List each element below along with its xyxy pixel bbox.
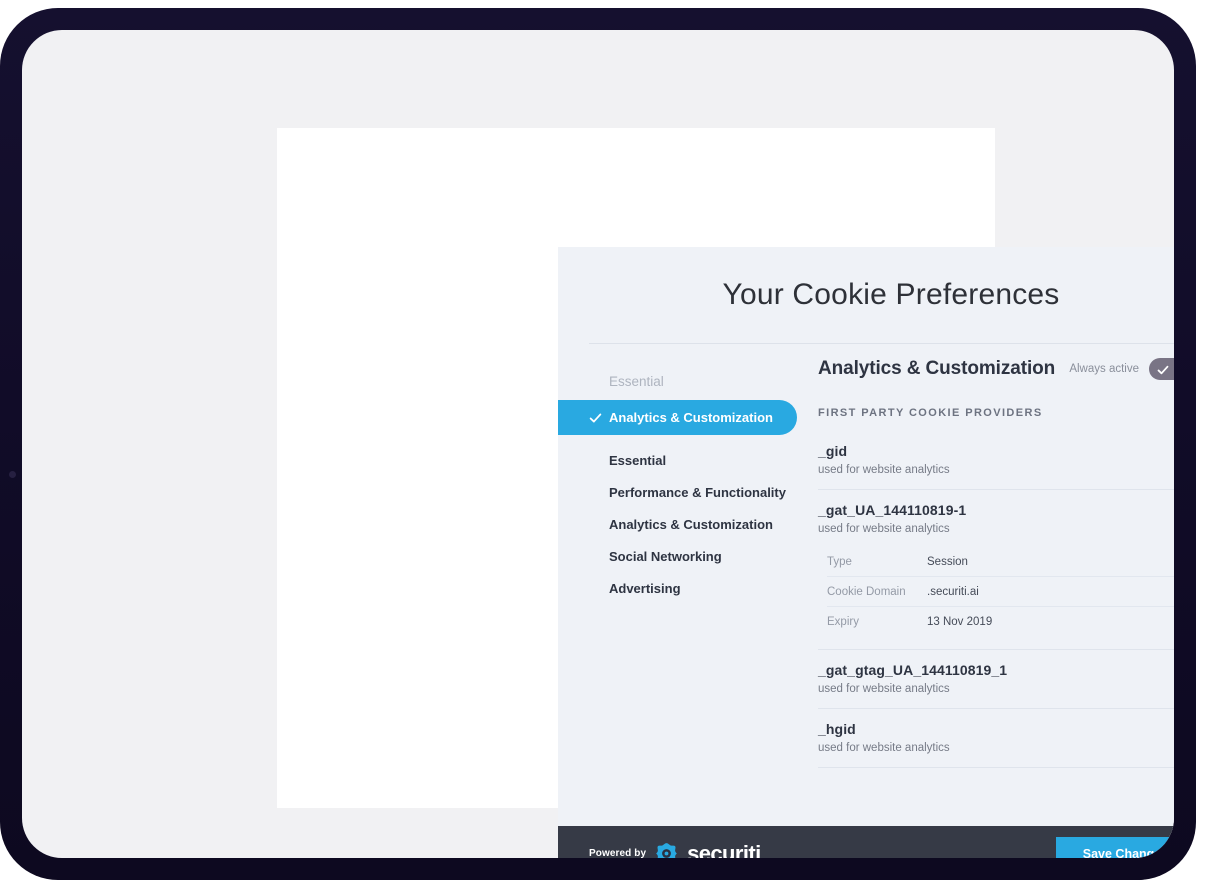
category-header: Analytics & Customization Always active — [818, 348, 1174, 390]
sidebar-item-analytics-customization-active[interactable]: Analytics & Customization — [558, 400, 797, 435]
category-sidebar: Essential Analytics & Customization Esse… — [558, 344, 797, 826]
powered-by-branding: Powered by securiti — [589, 840, 761, 859]
cookie-row-texts: _gat_UA_144110819-1 used for website ana… — [818, 502, 1174, 535]
sidebar-item-analytics-customization[interactable]: Analytics & Customization — [558, 508, 797, 540]
modal-footer: Powered by securiti Save Changes — [558, 826, 1174, 858]
cookie-row-texts: _gat_gtag_UA_144110819_1 used for websit… — [818, 662, 1174, 695]
cookie-row-texts: _hgid used for website analytics — [818, 721, 1174, 754]
detail-key: Cookie Domain — [827, 585, 906, 598]
cookie-name: _hgid — [818, 721, 856, 737]
cookie-name: _gid — [818, 443, 848, 459]
cookie-row-expanded[interactable]: _gat_UA_144110819-1 used for website ana… — [818, 490, 1174, 650]
cookie-description: used for website analytics — [818, 464, 950, 476]
sidebar-item-label: Essential — [609, 452, 667, 468]
powered-by-label: Powered by — [589, 848, 647, 858]
sidebar-item-label: Analytics & Customization — [609, 410, 773, 425]
sidebar-item-label: Social Networking — [609, 548, 722, 564]
cookie-description: used for website analytics — [818, 523, 950, 535]
cookie-row[interactable]: _gat_gtag_UA_144110819_1 used for websit… — [818, 650, 1174, 709]
cookie-row[interactable]: _hgid used for website analytics — [818, 709, 1174, 768]
table-row: Expiry 13 Nov 2019 — [827, 607, 1174, 636]
modal-header: Your Cookie Preferences — [558, 247, 1174, 343]
page-title: Your Cookie Preferences — [722, 278, 1060, 311]
tablet-screen: Your Cookie Preferences Essential Analyt… — [22, 30, 1174, 858]
tablet-device-frame: Your Cookie Preferences Essential Analyt… — [0, 8, 1196, 880]
cookie-row-texts: _gid used for website analytics — [818, 443, 1174, 476]
sidebar-item-performance-functionality[interactable]: Performance & Functionality — [558, 476, 797, 508]
cookie-row-header[interactable]: _hgid used for website analytics — [818, 721, 1174, 754]
check-icon — [589, 411, 602, 424]
detail-value: 13 Nov 2019 — [927, 615, 993, 628]
detail-key: Type — [827, 555, 852, 568]
securiti-logo-icon — [655, 842, 678, 858]
sidebar-item-essential[interactable]: Essential — [558, 444, 797, 476]
table-row: Cookie Domain .securiti.ai — [827, 577, 1174, 607]
detail-value: Session — [927, 555, 968, 568]
category-detail-panel: Analytics & Customization Always active — [797, 344, 1174, 826]
sidebar-item-label: Analytics & Customization — [609, 516, 773, 532]
cookie-name: _gat_gtag_UA_144110819_1 — [818, 662, 1008, 678]
cookie-list: _gid used for website analytics _gat_UA_… — [818, 433, 1174, 768]
cookie-row-header[interactable]: _gid used for website analytics — [818, 443, 1174, 476]
always-active-toggle[interactable] — [1149, 358, 1174, 380]
cookie-description: used for website analytics — [818, 742, 950, 754]
sidebar-item-label: Essential — [609, 373, 664, 389]
sidebar-item-advertising[interactable]: Advertising — [558, 572, 797, 604]
cookie-row-header[interactable]: _gat_gtag_UA_144110819_1 used for websit… — [818, 662, 1174, 695]
cookie-preferences-modal: Your Cookie Preferences Essential Analyt… — [558, 247, 1174, 858]
sidebar-item-social-networking[interactable]: Social Networking — [558, 540, 797, 572]
cookie-description: used for website analytics — [818, 683, 950, 695]
category-title: Analytics & Customization — [818, 358, 1056, 379]
check-icon — [1157, 363, 1169, 375]
modal-body: Essential Analytics & Customization Esse… — [558, 344, 1174, 826]
sidebar-item-label: Performance & Functionality — [609, 484, 786, 500]
detail-key: Expiry — [827, 615, 859, 628]
front-camera-dot — [9, 471, 16, 478]
sidebar-item-label: Advertising — [609, 580, 681, 596]
sidebar-item-essential-header: Essential — [558, 365, 797, 397]
providers-section-label: FIRST PARTY COOKIE PROVIDERS — [818, 407, 1043, 419]
detail-value: .securiti.ai — [927, 585, 979, 598]
table-row: Type Session — [827, 547, 1174, 577]
always-active-label: Always active — [1069, 363, 1139, 375]
cookie-name: _gat_UA_144110819-1 — [818, 502, 967, 518]
webpage-sheet: Your Cookie Preferences Essential Analyt… — [277, 128, 1174, 858]
always-active-control: Always active — [1069, 358, 1174, 380]
securiti-wordmark: securiti — [687, 840, 761, 859]
cookie-row[interactable]: _gid used for website analytics — [818, 433, 1174, 490]
cookie-row-header[interactable]: _gat_UA_144110819-1 used for website ana… — [818, 502, 1174, 535]
cookie-detail-table: Type Session Cookie Domain .securiti.ai … — [818, 547, 1174, 636]
save-changes-button[interactable]: Save Changes — [1056, 836, 1174, 858]
